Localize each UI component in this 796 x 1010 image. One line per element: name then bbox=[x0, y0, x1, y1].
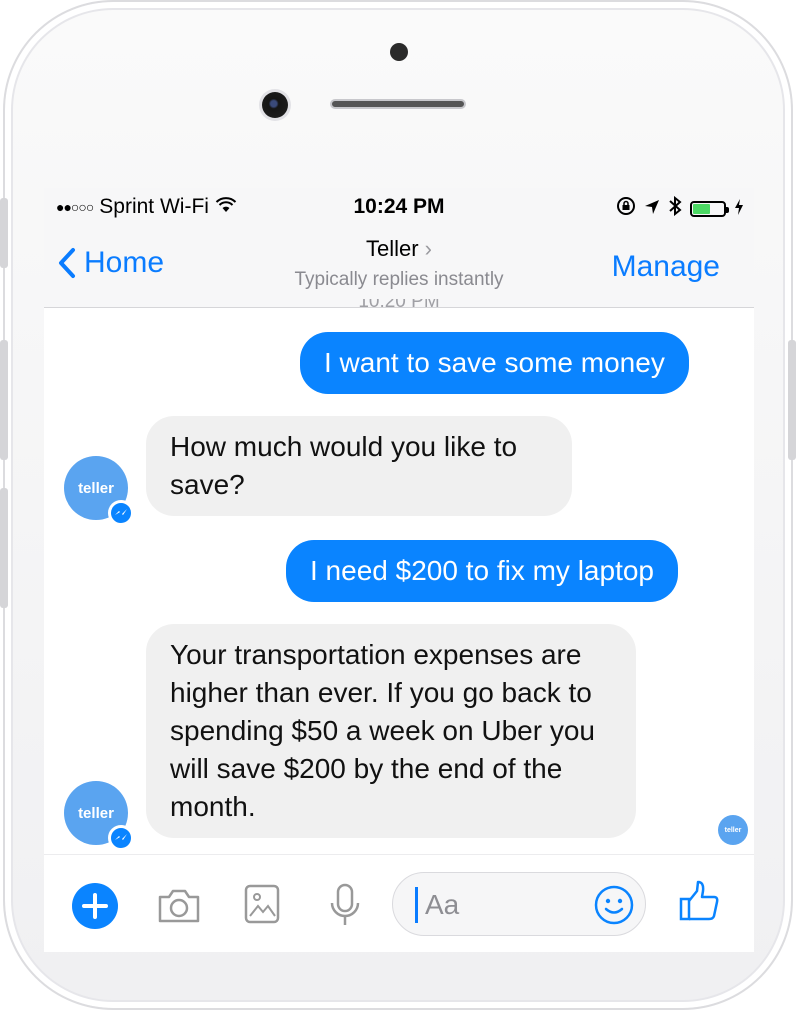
message-input-container[interactable] bbox=[392, 872, 646, 936]
outgoing-message[interactable]: I need $200 to fix my laptop bbox=[286, 540, 678, 602]
read-receipt-avatar: teller bbox=[718, 815, 748, 845]
battery-icon bbox=[690, 201, 729, 217]
text-cursor bbox=[415, 887, 418, 923]
volume-down-button bbox=[0, 488, 8, 608]
proximity-sensor bbox=[390, 43, 408, 61]
outgoing-message[interactable]: I want to save some money bbox=[300, 332, 689, 394]
screen: ●●○○○ Sprint Wi-Fi 10:24 PM Home Teller … bbox=[44, 188, 754, 952]
bot-avatar[interactable]: teller bbox=[64, 456, 134, 526]
message-input[interactable] bbox=[423, 885, 587, 925]
camera-icon[interactable] bbox=[156, 887, 202, 930]
read-receipt-text: teller bbox=[724, 826, 742, 834]
avatar-text: teller bbox=[78, 804, 114, 822]
mute-switch bbox=[0, 198, 8, 268]
power-button bbox=[788, 340, 796, 460]
messenger-badge-icon bbox=[108, 500, 134, 526]
avatar-text: teller bbox=[78, 479, 114, 497]
status-bar: ●●○○○ Sprint Wi-Fi 10:24 PM bbox=[44, 188, 754, 228]
chevron-right-icon: › bbox=[424, 236, 432, 261]
charging-bolt-icon bbox=[734, 197, 744, 221]
bot-avatar[interactable]: teller bbox=[64, 781, 134, 851]
emoji-icon[interactable] bbox=[593, 884, 635, 931]
location-arrow-icon bbox=[644, 197, 660, 221]
thumbs-up-icon[interactable] bbox=[678, 879, 720, 928]
manage-button[interactable]: Manage bbox=[612, 250, 720, 284]
battery-level bbox=[693, 204, 710, 214]
image-icon[interactable] bbox=[244, 884, 280, 929]
navigation-bar: Home Teller › Typically replies instantly… bbox=[44, 228, 754, 308]
composer-bar bbox=[44, 854, 754, 952]
bluetooth-icon bbox=[668, 195, 682, 222]
incoming-message[interactable]: Your transportation expenses are higher … bbox=[146, 624, 636, 838]
volume-up-button bbox=[0, 340, 8, 460]
earpiece-speaker bbox=[330, 99, 466, 109]
plus-icon[interactable] bbox=[72, 883, 118, 934]
timestamp: 10:20 PM bbox=[358, 299, 440, 311]
messenger-badge-icon bbox=[108, 825, 134, 851]
front-camera bbox=[262, 92, 288, 118]
contact-name: Teller bbox=[366, 236, 419, 261]
incoming-message[interactable]: How much would you like to save? bbox=[146, 416, 572, 516]
microphone-icon[interactable] bbox=[328, 883, 362, 932]
orientation-lock-icon bbox=[616, 196, 636, 222]
